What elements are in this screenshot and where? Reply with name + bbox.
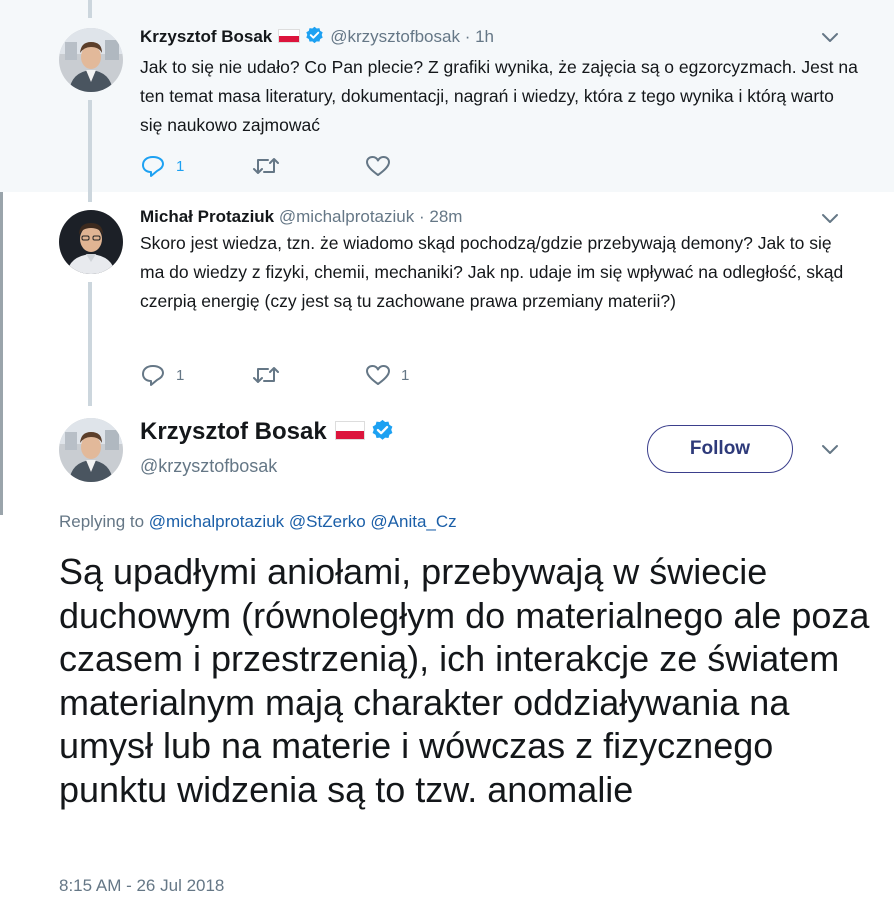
mention-link[interactable]: @michalprotaziuk [149, 512, 284, 531]
follow-button[interactable]: Follow [647, 425, 793, 473]
tweet-text: Skoro jest wiedza, tzn. że wiadomo skąd … [140, 233, 844, 311]
reply-button[interactable]: 1 [140, 363, 184, 387]
author-name[interactable]: Krzysztof Bosak [140, 27, 272, 46]
avatar[interactable] [59, 210, 123, 274]
author-handle[interactable]: @michalprotaziuk [279, 207, 414, 226]
tweet-text: Jak to się nie udało? Co Pan plecie? Z g… [140, 57, 858, 135]
chevron-down-icon[interactable] [819, 207, 841, 229]
verified-badge-icon [305, 26, 324, 50]
retweet-icon [253, 158, 279, 174]
main-author-header: Krzysztof Bosak [140, 418, 400, 449]
replying-to: Replying to @michalprotaziuk @StZerko @A… [59, 512, 457, 532]
retweet-button[interactable] [252, 363, 280, 387]
reply-icon [142, 365, 164, 386]
tweet-time[interactable]: · 28m [419, 207, 462, 226]
avatar[interactable] [59, 418, 123, 482]
author-name[interactable]: Michał Protaziuk [140, 207, 274, 226]
tweet-header: Michał Protaziuk @michalprotaziuk · 28m [140, 207, 462, 227]
tweet-header: Krzysztof Bosak @krzysztofbosak · 1h [140, 26, 494, 50]
chevron-down-icon[interactable] [819, 26, 841, 48]
poland-flag-icon [278, 29, 301, 43]
replying-prefix: Replying to [59, 512, 145, 531]
retweet-button[interactable] [252, 154, 280, 178]
reply-icon [142, 156, 164, 177]
mention-link[interactable]: @StZerko [289, 512, 366, 531]
like-icon [366, 365, 390, 385]
tweet-timestamp[interactable]: 8:15 AM - 26 Jul 2018 [59, 876, 224, 896]
reply-count: 1 [176, 157, 185, 175]
reply-count: 1 [176, 366, 185, 384]
author-name[interactable]: Krzysztof Bosak [140, 418, 327, 445]
reply-button[interactable]: 1 [140, 154, 184, 178]
like-icon [366, 156, 390, 176]
tweet-time[interactable]: · 1h [465, 27, 494, 46]
chevron-down-icon[interactable] [819, 438, 841, 460]
like-button[interactable]: 1 [365, 363, 409, 387]
verified-badge-icon [371, 419, 394, 449]
like-button[interactable] [365, 154, 391, 178]
thread-connector [88, 0, 92, 18]
retweet-icon [253, 367, 279, 383]
avatar[interactable] [59, 28, 123, 92]
author-handle[interactable]: @krzysztofbosak [140, 456, 277, 477]
mention-link[interactable]: @Anita_Cz [370, 512, 456, 531]
thread-connector [88, 100, 92, 202]
author-handle[interactable]: @krzysztofbosak [330, 27, 460, 46]
main-tweet-text: Są upadłymi aniołami, przebywają w świec… [59, 551, 870, 810]
like-count: 1 [401, 366, 410, 384]
poland-flag-icon [334, 421, 365, 440]
